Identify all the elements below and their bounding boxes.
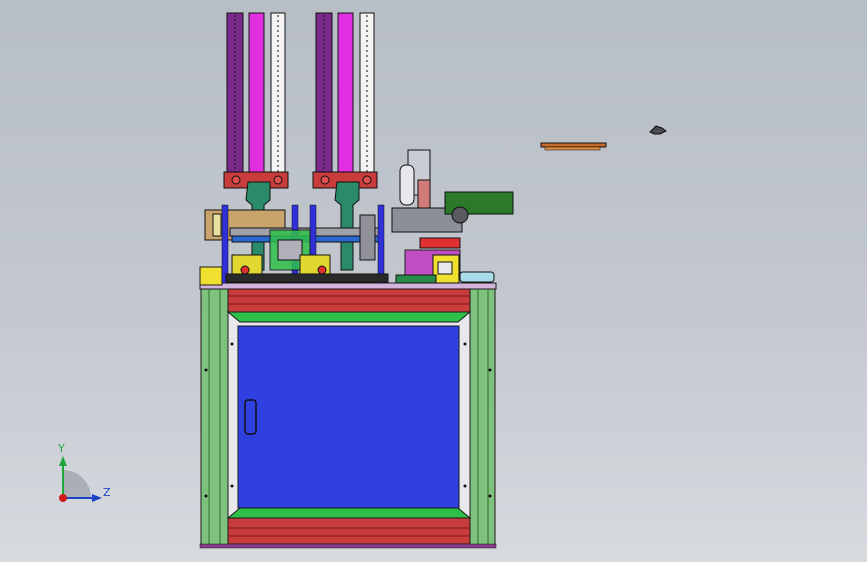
side-cylinder [359, 214, 376, 261]
station-sensor [417, 179, 431, 211]
bolt [463, 342, 467, 346]
cap-knob [231, 175, 241, 185]
coordinate-triad [59, 456, 102, 502]
column-magenta [337, 12, 354, 176]
bottom-bar [225, 273, 389, 283]
central-mechanism[interactable] [204, 204, 389, 284]
bolt [230, 484, 234, 488]
cabinet-right-rail [469, 287, 496, 548]
red-plate [419, 237, 461, 249]
column-purple [226, 12, 244, 176]
cabinet-top-frame [227, 287, 471, 313]
bolt [230, 342, 234, 346]
cabinet-left-rail [200, 287, 229, 548]
red-marker [317, 265, 327, 275]
housing-window [437, 261, 453, 275]
door-bevel-top [226, 311, 472, 323]
station-cylinder [399, 164, 415, 206]
cap-knob [320, 175, 330, 185]
table-top-plate [199, 282, 497, 290]
z-axis-arrow [92, 494, 102, 502]
column-purple [315, 12, 333, 176]
left-yellow-block [199, 266, 223, 286]
cad-viewport[interactable]: Y Z [0, 0, 867, 562]
cap-knob [273, 175, 283, 185]
small-bracket [649, 125, 667, 135]
floating-rail-part[interactable] [540, 142, 607, 151]
z-axis-label: Z [103, 486, 111, 499]
origin-marker [59, 494, 67, 502]
tray [459, 271, 495, 283]
cap-knob [362, 175, 372, 185]
floating-small-part[interactable] [649, 125, 667, 135]
right-station[interactable] [391, 149, 514, 284]
column-magenta [248, 12, 265, 176]
column-bracket [334, 181, 360, 271]
door-panel[interactable] [237, 325, 460, 509]
rail-lip [544, 146, 601, 151]
tag-plate [212, 213, 222, 237]
machine-assembly-model[interactable] [0, 0, 867, 562]
cabinet[interactable] [199, 287, 497, 549]
vertical-rod [377, 204, 385, 284]
green-foot [395, 274, 437, 284]
triad-arc [63, 470, 91, 498]
base-plate [199, 543, 497, 549]
door-bevel-bottom [226, 507, 472, 519]
y-axis-label: Y [58, 442, 65, 455]
vertical-rod [221, 204, 229, 284]
bolt [488, 494, 492, 498]
bolt [204, 368, 208, 372]
bolt [204, 494, 208, 498]
cabinet-bottom-frame [227, 517, 471, 545]
y-axis-arrow [59, 456, 67, 466]
bolt [488, 368, 492, 372]
bolt [463, 484, 467, 488]
red-marker [240, 265, 250, 275]
carriage-block [277, 239, 303, 261]
rail-bar [540, 142, 607, 148]
motor [451, 206, 469, 224]
